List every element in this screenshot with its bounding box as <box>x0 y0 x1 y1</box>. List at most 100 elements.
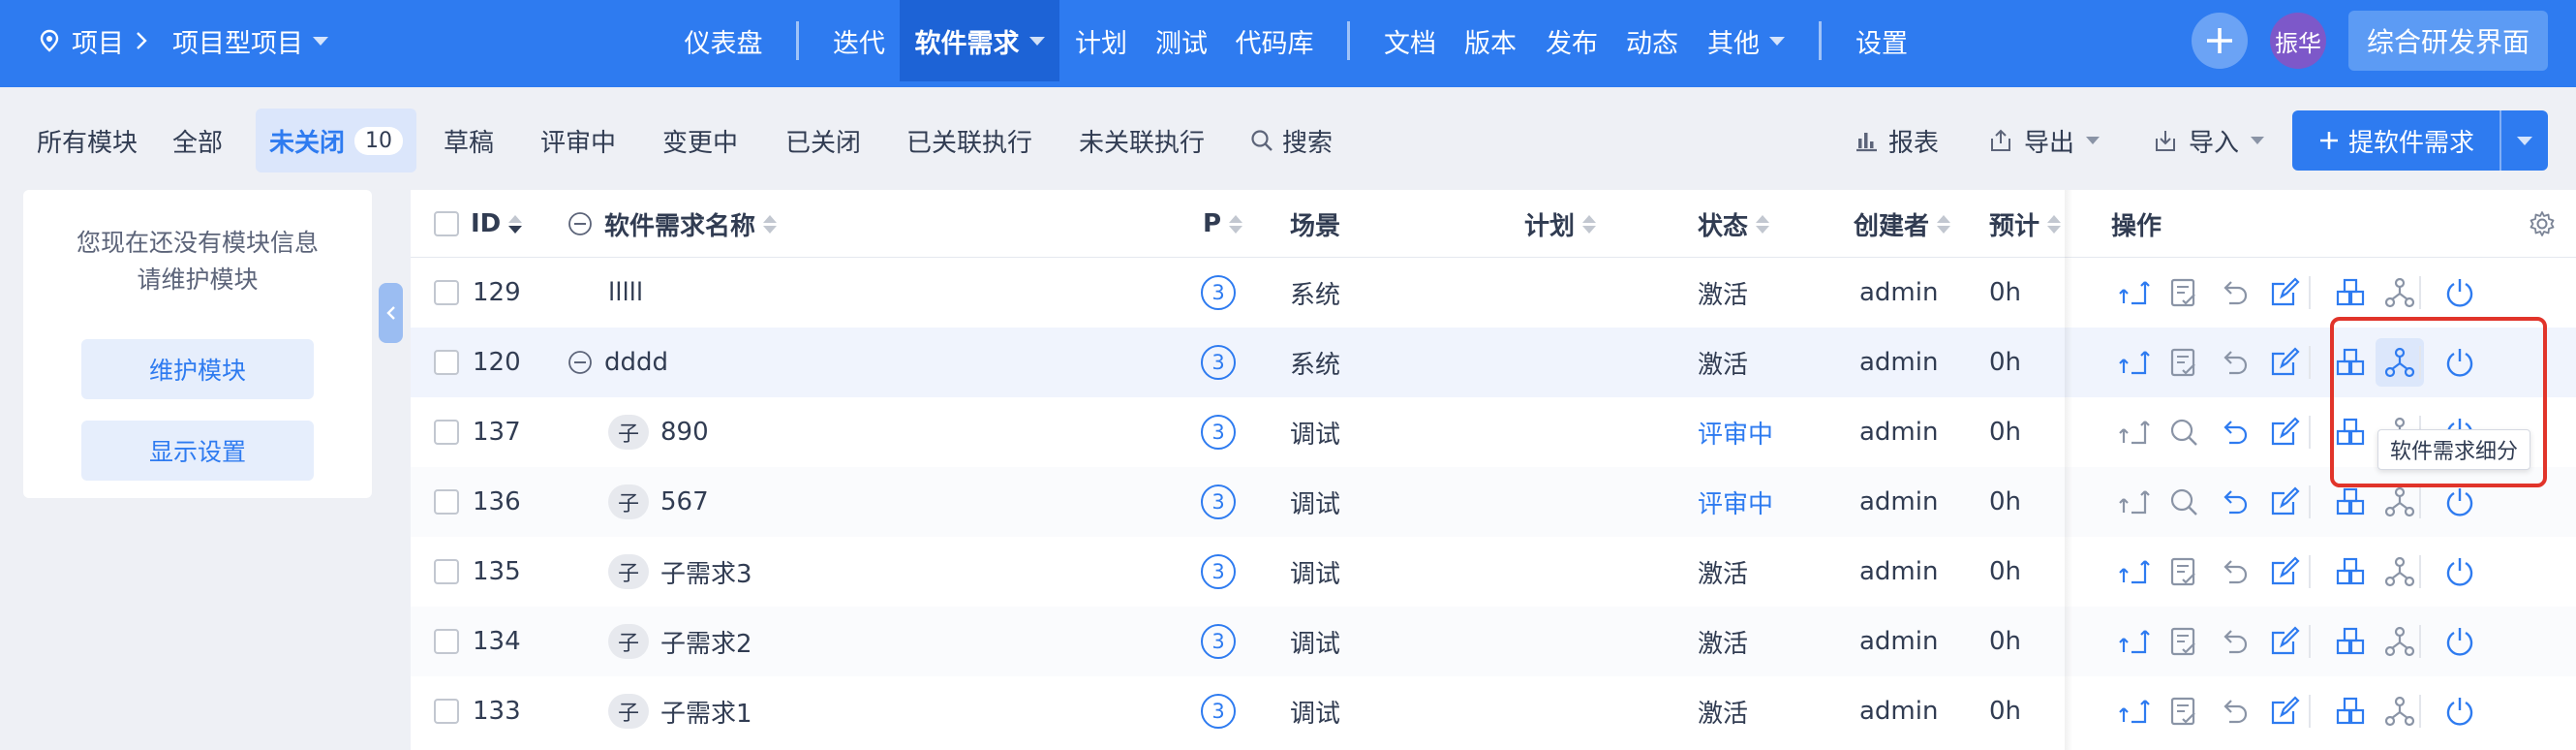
display-settings-button[interactable]: 显示设置 <box>81 421 314 481</box>
nav-settings[interactable]: 设置 <box>1854 0 1910 81</box>
nav-dashboard[interactable]: 仪表盘 <box>673 0 774 81</box>
row-checkbox[interactable] <box>434 350 459 375</box>
row-select[interactable]: 129 <box>434 258 521 328</box>
search-toggle[interactable]: 搜索 <box>1249 109 1333 172</box>
tab-changing[interactable]: 变更中 <box>662 109 738 172</box>
row-select[interactable]: 133 <box>434 676 521 746</box>
row-checkbox[interactable] <box>434 699 459 724</box>
requirement-name[interactable]: 子需求1 <box>660 694 752 730</box>
import-button[interactable]: 导入 <box>2152 109 2265 172</box>
nav-version[interactable]: 版本 <box>1462 0 1518 81</box>
row-select[interactable]: 136 <box>434 467 521 537</box>
row-select[interactable]: 134 <box>434 607 521 676</box>
nav-release[interactable]: 发布 <box>1544 0 1600 81</box>
split-icon[interactable] <box>2380 273 2419 312</box>
recall-icon[interactable] <box>2215 483 2254 521</box>
link-case-icon[interactable] <box>2331 622 2370 661</box>
header-id[interactable]: ID <box>434 190 523 258</box>
search-icon[interactable] <box>2164 483 2203 521</box>
split-icon[interactable] <box>2380 622 2419 661</box>
change-icon[interactable] <box>2115 343 2154 382</box>
recall-icon[interactable] <box>2215 343 2254 382</box>
requirement-name-cell[interactable]: 子子需求3 <box>608 537 752 607</box>
recall-icon[interactable] <box>2215 692 2254 731</box>
row-select[interactable]: 137 <box>434 397 521 467</box>
breadcrumb-project[interactable]: 项目型项目 <box>172 0 328 81</box>
split-icon[interactable] <box>2380 552 2419 591</box>
report-button[interactable]: 报表 <box>1854 109 1939 172</box>
nav-activity[interactable]: 动态 <box>1624 0 1680 81</box>
link-case-icon[interactable] <box>2331 552 2370 591</box>
tab-closed[interactable]: 已关闭 <box>785 109 861 172</box>
header-estimate[interactable]: 预计 <box>1989 190 2062 258</box>
tab-draft[interactable]: 草稿 <box>444 109 494 172</box>
review-icon[interactable] <box>2164 692 2203 731</box>
header-plan[interactable]: 计划 <box>1524 190 1597 258</box>
collapse-children-icon[interactable] <box>567 350 593 375</box>
header-status[interactable]: 状态 <box>1698 190 1770 258</box>
row-checkbox[interactable] <box>434 280 459 305</box>
review-icon[interactable] <box>2164 273 2203 312</box>
review-icon[interactable] <box>2164 343 2203 382</box>
requirement-name-cell[interactable]: lllll <box>608 258 643 328</box>
create-dropdown-toggle[interactable] <box>2499 110 2548 171</box>
nav-software-requirements[interactable]: 软件需求 <box>900 0 1059 81</box>
link-case-icon[interactable] <box>2331 483 2370 521</box>
recall-icon[interactable] <box>2215 622 2254 661</box>
row-checkbox[interactable] <box>434 489 459 515</box>
requirement-name-cell[interactable]: dddd <box>567 328 668 397</box>
requirement-name[interactable]: 子需求2 <box>660 624 752 660</box>
requirement-name[interactable]: lllll <box>608 278 643 307</box>
tab-all[interactable]: 全部 <box>172 109 223 172</box>
nav-more[interactable]: 其他 <box>1704 0 1788 81</box>
recall-icon[interactable] <box>2215 552 2254 591</box>
edit-icon[interactable] <box>2265 343 2304 382</box>
create-requirement-button[interactable]: 提软件需求 <box>2292 110 2548 171</box>
change-icon[interactable] <box>2115 552 2154 591</box>
header-priority[interactable]: P <box>1203 190 1243 258</box>
row-checkbox[interactable] <box>434 629 459 654</box>
edit-icon[interactable] <box>2265 552 2304 591</box>
requirement-name-cell[interactable]: 子 567 <box>608 467 709 537</box>
tab-unclosed[interactable]: 未关闭 10 <box>256 109 417 172</box>
tab-linked-execution[interactable]: 已关联执行 <box>906 109 1032 172</box>
column-settings-button[interactable] <box>2528 190 2557 258</box>
tab-reviewing[interactable]: 评审中 <box>540 109 616 172</box>
nav-docs[interactable]: 文档 <box>1382 0 1438 81</box>
change-icon[interactable] <box>2115 622 2154 661</box>
change-icon[interactable] <box>2115 273 2154 312</box>
close-icon[interactable] <box>2440 273 2479 312</box>
quick-add-button[interactable] <box>2192 13 2248 69</box>
nav-plan[interactable]: 计划 <box>1073 0 1129 81</box>
breadcrumb-home[interactable]: 项目 <box>37 0 124 81</box>
header-creator[interactable]: 创建者 <box>1854 190 1951 258</box>
nav-test[interactable]: 测试 <box>1153 0 1210 81</box>
recall-icon[interactable] <box>2215 273 2254 312</box>
close-icon[interactable] <box>2440 552 2479 591</box>
review-icon[interactable] <box>2164 552 2203 591</box>
recall-icon[interactable] <box>2215 413 2254 452</box>
close-icon[interactable] <box>2440 692 2479 731</box>
module-filter[interactable]: 所有模块 <box>37 109 138 172</box>
requirement-name[interactable]: 567 <box>660 487 709 516</box>
change-icon[interactable] <box>2115 483 2154 521</box>
edit-icon[interactable] <box>2265 413 2304 452</box>
requirement-name[interactable]: dddd <box>604 348 668 377</box>
row-select[interactable]: 135 <box>434 537 521 607</box>
nav-code-repo[interactable]: 代码库 <box>1233 0 1316 81</box>
requirement-name-cell[interactable]: 子子需求2 <box>608 607 752 676</box>
maintain-module-button[interactable]: 维护模块 <box>81 339 314 399</box>
split-icon[interactable] <box>2380 483 2419 521</box>
requirement-name-cell[interactable]: 子 890 <box>608 397 709 467</box>
close-icon[interactable] <box>2440 483 2479 521</box>
split-icon[interactable] <box>2380 692 2419 731</box>
select-all-checkbox[interactable] <box>434 211 459 236</box>
row-select[interactable]: 120 <box>434 328 521 397</box>
requirement-name[interactable]: 子需求3 <box>660 554 752 590</box>
link-case-icon[interactable] <box>2331 273 2370 312</box>
row-checkbox[interactable] <box>434 420 459 445</box>
requirement-name-cell[interactable]: 子子需求1 <box>608 676 752 746</box>
requirement-name[interactable]: 890 <box>660 418 709 447</box>
sidebar-collapse-handle[interactable] <box>379 283 403 343</box>
edit-icon[interactable] <box>2265 692 2304 731</box>
